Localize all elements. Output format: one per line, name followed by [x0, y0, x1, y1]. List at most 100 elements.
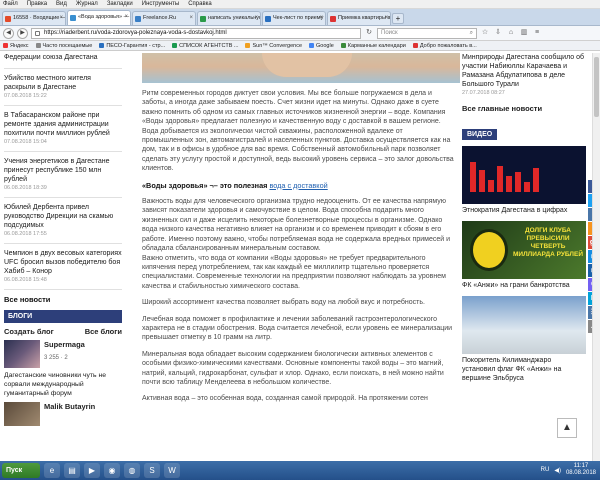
all-blogs-link[interactable]: Все блоги: [85, 327, 122, 336]
left-news-column: Федерации союза Дагестана Убийство местно…: [4, 53, 122, 429]
star-icon[interactable]: ☆: [480, 28, 490, 38]
author-name[interactable]: Malik Butayrin: [44, 402, 95, 426]
news-title[interactable]: В Табасаранском районе при ремонте здани…: [4, 111, 122, 138]
news-title[interactable]: Минприроды Дагестана сообщило об участии…: [462, 53, 586, 89]
bookmark[interactable]: Карманные календари: [340, 41, 406, 50]
menu-item[interactable]: Правка: [27, 0, 47, 8]
bookmark[interactable]: Google: [309, 41, 334, 50]
news-item[interactable]: Убийство местного жителя раскрыли в Даге…: [4, 74, 122, 99]
firefox-icon[interactable]: ◍: [124, 463, 140, 478]
bookmark[interactable]: Яндекс: [3, 41, 29, 50]
forward-button[interactable]: ▶: [17, 27, 28, 39]
news-title[interactable]: Юбилей Дербента привел руководство Дирек…: [4, 203, 122, 230]
start-button[interactable]: Пуск: [2, 463, 40, 478]
blog-post-title[interactable]: Дагестанские чиновники чуть не сорвали м…: [4, 371, 122, 398]
news-item[interactable]: Федерации союза Дагестана: [4, 53, 122, 62]
search-icon: ⌕: [469, 29, 473, 36]
video-caption[interactable]: ФК «Анжи» на грани банкротства: [462, 281, 586, 290]
all-main-news-link[interactable]: Все главные новости: [462, 104, 586, 113]
browser-tab[interactable]: Freelance.Ru ×: [132, 11, 196, 25]
video-thumbnail[interactable]: ДОЛГИ КЛУБА ПРЕВЫСИЛИ ЧЕТВЕРТЬ МИЛЛИАРДА…: [462, 221, 586, 279]
browser-ie-icon[interactable]: e: [44, 463, 60, 478]
bookmark[interactable]: Sun™ Convergence: [245, 41, 302, 50]
all-news-link[interactable]: Все новости: [4, 295, 122, 304]
web-page: Федерации союза Дагестана Убийство местно…: [0, 53, 600, 461]
blogs-header: БЛОГИ: [4, 310, 122, 323]
video-thumbnail[interactable]: [462, 296, 586, 354]
scroll-to-top-button[interactable]: ▲: [557, 418, 577, 438]
video-thumbnail[interactable]: [462, 146, 586, 204]
blog-author[interactable]: Malik Butayrin: [4, 402, 122, 426]
bookmark-favicon-icon: [245, 43, 251, 48]
author-name[interactable]: Supermaga: [44, 340, 85, 349]
news-item[interactable]: В Табасаранском районе при ремонте здани…: [4, 111, 122, 145]
blog-author[interactable]: Supermaga 3 255 · 2: [4, 340, 122, 368]
news-title[interactable]: Убийство местного жителя раскрыли в Даге…: [4, 74, 122, 92]
navigation-bar: ◀ ▶ https://riaderbent.ru/voda-zdorovya-…: [0, 26, 600, 41]
chart-graphic: [470, 158, 539, 192]
chrome-icon[interactable]: ◉: [104, 463, 120, 478]
tab-label: Freelance.Ru: [143, 15, 177, 21]
close-tab-icon[interactable]: ×: [319, 12, 323, 25]
browser-tab[interactable]: написать уникальную статью×: [197, 11, 261, 25]
news-title[interactable]: Федерации союза Дагестана: [4, 53, 122, 62]
video-caption[interactable]: Этнократия Дагестана в цифрах: [462, 206, 586, 215]
menu-item[interactable]: Справка: [188, 0, 212, 8]
news-title[interactable]: Чемпион в двух весовых категориях UFC бр…: [4, 249, 122, 276]
back-button[interactable]: ◀: [3, 27, 14, 39]
bookmark[interactable]: Добро пожаловать в...: [412, 41, 477, 50]
menu-item[interactable]: Инструменты: [142, 0, 179, 8]
skype-icon[interactable]: S: [144, 463, 160, 478]
close-tab-icon[interactable]: ×: [59, 12, 63, 25]
bookmark-favicon-icon: [340, 43, 346, 48]
lock-icon: [35, 30, 40, 36]
news-item[interactable]: Учения энергетиков в Дагестане принесут …: [4, 157, 122, 191]
bookmark[interactable]: СПИСОК АГЕНТСТВ ...: [172, 41, 238, 50]
new-tab-button[interactable]: +: [392, 13, 404, 24]
bookmark-label: ПЕСО-Гарантия - стр...: [106, 42, 166, 49]
close-tab-icon[interactable]: ×: [254, 12, 258, 25]
browser-tab[interactable]: Чек-лист по приему новостроек×: [262, 11, 326, 25]
address-bar[interactable]: https://riaderbent.ru/voda-zdorovya-pole…: [31, 27, 361, 39]
scrollbar[interactable]: [592, 53, 600, 461]
news-item[interactable]: Юбилей Дербента привел руководство Дирек…: [4, 203, 122, 237]
home-icon[interactable]: ⌂: [506, 28, 516, 38]
article-paragraph: Широкий ассортимент качества позволяет в…: [142, 299, 425, 307]
menu-item[interactable]: Журнал: [76, 0, 98, 8]
menu-item[interactable]: Файл: [3, 0, 18, 8]
close-tab-icon[interactable]: ×: [124, 11, 128, 24]
news-item[interactable]: Чемпион в двух весовых категориях UFC бр…: [4, 249, 122, 283]
bookmark[interactable]: ПЕСО-Гарантия - стр...: [99, 41, 165, 50]
close-tab-icon[interactable]: ×: [384, 12, 388, 25]
browser-tab[interactable]: Приемка квартиры в новостройке×: [327, 11, 391, 25]
downloads-icon[interactable]: ⇩: [493, 28, 503, 38]
menu-icon[interactable]: ≡: [532, 28, 542, 38]
menu-item[interactable]: Закладки: [107, 0, 133, 8]
url-text: https://riaderbent.ru/voda-zdorovya-pole…: [44, 29, 227, 36]
menu-item[interactable]: Вид: [56, 0, 67, 8]
language-indicator[interactable]: RU: [541, 467, 550, 473]
clock[interactable]: 11:17 08.08.2018: [566, 463, 596, 477]
browser-tab[interactable]: 16558 · Входящие — Яндекс.Почта×: [2, 11, 66, 25]
article-paragraph: Активная вода – это особенная вода, созд…: [142, 395, 428, 403]
news-title[interactable]: Учения энергетиков в Дагестане принесут …: [4, 157, 122, 184]
library-icon[interactable]: ▥: [519, 28, 529, 38]
create-blog-link[interactable]: Создать блог: [4, 327, 54, 336]
search-input[interactable]: Поиск ⌕: [377, 27, 477, 39]
volume-icon[interactable]: ◀): [554, 467, 561, 474]
divider: [4, 243, 122, 244]
avatar: [4, 340, 40, 368]
browser-tab[interactable]: «Вода здоровья» — полезная вода×: [67, 10, 131, 25]
bookmark[interactable]: Часто посещаемые: [35, 41, 92, 50]
media-player-icon[interactable]: ▶: [84, 463, 100, 478]
scrollbar-thumb[interactable]: [594, 57, 599, 117]
folder-icon[interactable]: ▤: [64, 463, 80, 478]
news-date: 27.07.2018 08:27: [462, 90, 505, 96]
reload-icon[interactable]: ↻: [364, 28, 374, 38]
close-tab-icon[interactable]: ×: [189, 12, 193, 25]
bookmark-label: Добро пожаловать в...: [419, 42, 477, 49]
tab-label: «Вода здоровья» — полезная вода: [78, 14, 130, 20]
video-caption[interactable]: Покоритель Килиманджаро установил флаг Ф…: [462, 356, 586, 383]
word-icon[interactable]: W: [164, 463, 180, 478]
water-delivery-link[interactable]: вода с доставкой: [269, 181, 327, 190]
